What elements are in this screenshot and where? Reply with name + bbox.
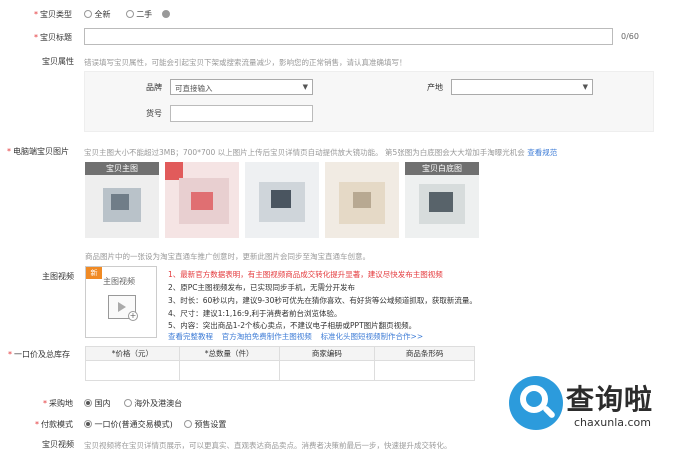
model-input[interactable] — [170, 105, 313, 122]
title-label: 宝贝标题 — [34, 32, 72, 43]
payment-fixed-price-radio[interactable] — [84, 419, 92, 428]
origin-overseas-radio[interactable] — [123, 398, 132, 407]
quantity-cell[interactable] — [178, 360, 280, 381]
title-counter: 0/60 — [621, 32, 639, 41]
item-type-used-label[interactable]: 二手 — [136, 10, 152, 19]
payment-presale-radio[interactable] — [183, 419, 192, 428]
price-stock-table: *价格（元） *总数量（件） 商家编码 商品条形码 — [85, 346, 475, 381]
column-price: *价格（元） — [85, 346, 180, 361]
main-video-upload[interactable]: 新 主图视频 + — [85, 266, 157, 338]
column-merchant-code: 商家编码 — [278, 346, 376, 361]
merchant-code-cell[interactable] — [278, 360, 376, 381]
model-label: 货号 — [146, 109, 162, 118]
origin-overseas-label[interactable]: 海外及港澳台 — [134, 399, 182, 408]
main-video-box-title: 主图视频 — [103, 277, 135, 286]
payment-presale-label[interactable]: 预售设置 — [194, 420, 226, 429]
watermark-brand-url: chaxunla.com — [574, 416, 651, 429]
video-tip-2: 2、原PC主图视频发布，已实现同步手机，无需分开发布 — [168, 283, 356, 292]
item-video-hint: 宝贝视频将在宝贝详情页展示，可以更真实、直观表达商品卖点。消费者决策前最后一步，… — [84, 441, 452, 450]
video-file-icon: + — [108, 295, 138, 321]
payment-options: 一口价(普通交易模式) 预售设置 — [84, 419, 226, 430]
add-icon: + — [128, 311, 138, 321]
full-tutorial-link[interactable]: 查看完整教程 — [168, 332, 213, 341]
pc-images-label: 电脑端宝贝图片 — [7, 146, 69, 157]
thumb-caption-white-bg: 宝贝白底图 — [405, 162, 479, 175]
item-type-new-radio[interactable] — [84, 9, 92, 18]
video-tip-5: 5、内容：突出商品1-2个核心卖点，不建议电子相册或PPT图片翻页视频。 — [168, 321, 417, 330]
price-cell[interactable] — [85, 360, 180, 381]
image-slot-3[interactable] — [245, 162, 319, 238]
blurred-image-detail — [429, 192, 453, 212]
origin-domestic-radio[interactable] — [84, 398, 92, 407]
origin-options: 国内 海外及港澳台 — [84, 398, 182, 409]
blurred-image-detail — [191, 192, 213, 210]
blurred-image-detail — [271, 190, 291, 208]
pc-images-note: 商品图片中的一张设为淘宝直通车推广创意时，更新此图片会同步至淘宝直通车创意。 — [85, 252, 370, 261]
column-quantity: *总数量（件） — [178, 346, 280, 361]
image-slot-5[interactable]: 宝贝白底图 — [405, 162, 479, 238]
official-free-video-link[interactable]: 官方淘拍免费制作主图视频 — [222, 332, 312, 341]
item-type-new-label[interactable]: 全新 — [95, 10, 111, 19]
payment-label: 付款模式 — [35, 419, 73, 430]
video-tip-1: 1、最新官方数据表明，有主图视频商品成交转化提升显著，建议尽快发布主图视频 — [168, 270, 443, 279]
main-video-label: 主图视频 — [42, 272, 74, 281]
play-icon — [118, 302, 126, 312]
origin-place-select[interactable]: ▼ — [451, 79, 593, 95]
view-spec-link[interactable]: 查看规范 — [527, 148, 557, 157]
item-type-label: 宝贝类型 — [34, 9, 72, 20]
blurred-image-detail — [111, 194, 129, 210]
thumb-caption-main: 宝贝主图 — [85, 162, 159, 175]
video-tip-3: 3、时长：60秒以内，建议9-30秒可优先在猜你喜欢、有好货等公域频道抓取，获取… — [168, 296, 477, 305]
item-type-options: 全新 二手 — [84, 9, 171, 20]
chevron-down-icon: ▼ — [582, 83, 588, 91]
brand-select[interactable]: 可直接输入 ▼ — [170, 79, 313, 95]
origin-domestic-label[interactable]: 国内 — [95, 399, 111, 408]
video-links: 查看完整教程 官方淘拍免费制作主图视频 标准化头图短视频制作合作>> — [168, 331, 423, 342]
column-barcode: 商品条形码 — [374, 346, 475, 361]
attributes-hint: 错误填写宝贝属性，可能会引起宝贝下架或搜索流量减少，影响您的正常销售，请认真准确… — [84, 58, 407, 67]
item-video-label: 宝贝视频 — [42, 440, 74, 449]
chevron-down-icon: ▼ — [302, 83, 308, 91]
video-tip-4: 4、尺寸：建议1:1,16:9,利于消费者前台浏览体验。 — [168, 309, 342, 318]
payment-fixed-price-label[interactable]: 一口价(普通交易模式) — [95, 420, 173, 429]
new-badge: 新 — [86, 267, 102, 279]
image-slot-4[interactable] — [325, 162, 399, 238]
brand-select-value: 可直接输入 — [175, 84, 213, 93]
image-slot-1[interactable]: 宝贝主图 — [85, 162, 159, 238]
brand-label: 品牌 — [146, 83, 162, 92]
pc-images-hint: 宝贝主图大小不能超过3MB；700*700 以上图片上传后宝贝详情页自动提供放大… — [84, 148, 558, 157]
price-stock-label: 一口价及总库存 — [8, 349, 70, 360]
origin-place-label: 产地 — [427, 83, 443, 92]
item-type-extra-radio[interactable] — [162, 9, 171, 18]
magnifier-handle — [541, 404, 557, 420]
watermark-brand-cn: 查询啦 — [566, 383, 654, 416]
image-slot-2[interactable] — [165, 162, 239, 238]
attributes-label: 宝贝属性 — [42, 57, 74, 66]
watermark-logo-icon — [509, 376, 563, 430]
origin-label: 采购地 — [43, 398, 73, 409]
standard-video-partner-link[interactable]: 标准化头图短视频制作合作>> — [321, 332, 424, 341]
title-input[interactable] — [84, 28, 613, 45]
barcode-cell[interactable] — [374, 360, 475, 381]
item-type-used-radio[interactable] — [125, 9, 134, 18]
blurred-image-detail — [353, 192, 371, 208]
